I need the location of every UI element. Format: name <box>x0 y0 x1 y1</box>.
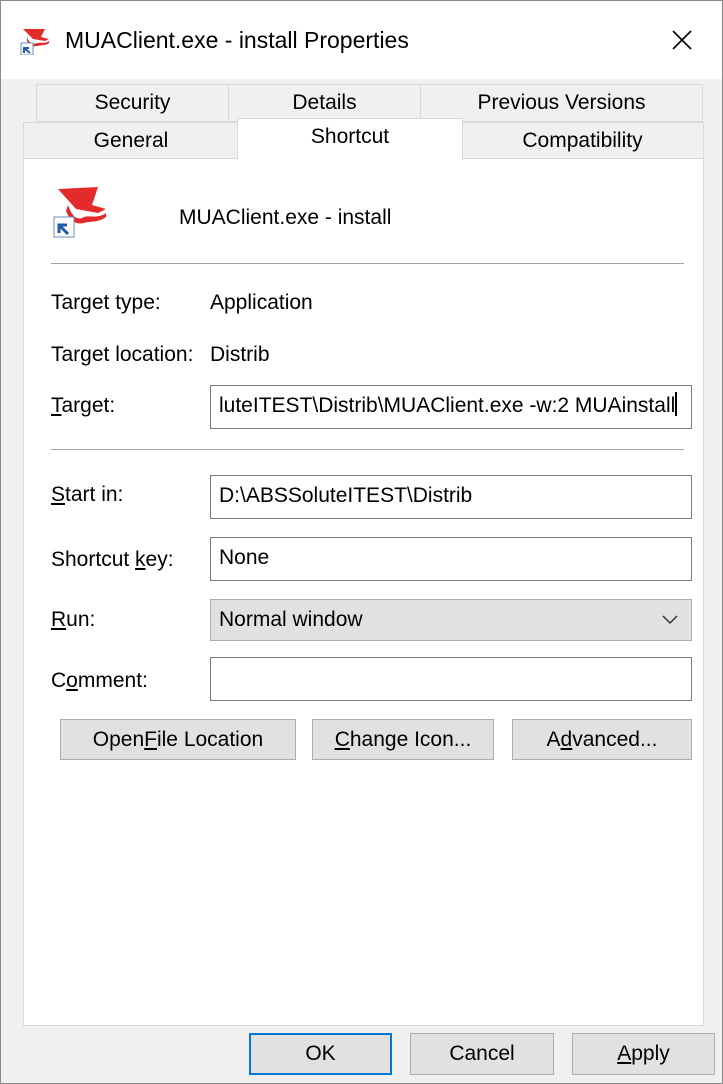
red-hat-icon <box>53 187 106 238</box>
start-in-value: D:\ABSSoluteITEST\Distrib <box>219 484 473 507</box>
tab-general[interactable]: General <box>23 122 239 159</box>
tab-details-label: Details <box>292 91 357 114</box>
tab-details[interactable]: Details <box>228 84 421 122</box>
shortcut-name: MUAClient.exe - install <box>179 206 392 229</box>
tab-general-label: General <box>93 128 169 152</box>
target-type-value: Application <box>210 291 313 314</box>
comment-field[interactable] <box>210 657 692 701</box>
target-type-label: Target type: <box>51 291 161 314</box>
target-location-label: Target location: <box>51 343 194 366</box>
tab-previous-versions-label: Previous Versions <box>477 91 646 114</box>
open-file-location-button[interactable]: Open File Location <box>60 719 296 760</box>
tab-shortcut-label: Shortcut <box>310 125 390 148</box>
tab-compatibility[interactable]: Compatibility <box>461 122 704 159</box>
change-icon-button[interactable]: Change Icon... <box>312 719 494 760</box>
shortcut-key-field[interactable]: None <box>210 537 692 581</box>
properties-window: MUAClient.exe - install Properties Secur… <box>0 0 723 1084</box>
target-value: luteITEST\Distrib\MUAClient.exe -w:2 MUA… <box>219 394 676 417</box>
ok-button[interactable]: OK <box>249 1033 392 1075</box>
close-button[interactable] <box>642 1 722 79</box>
chevron-down-icon <box>662 615 678 625</box>
separator-top <box>51 263 684 264</box>
advanced-button[interactable]: Ad vanced... <box>512 719 692 760</box>
close-icon <box>672 30 692 50</box>
run-label: Run: <box>51 608 96 631</box>
target-label: Target: <box>51 394 116 417</box>
shortcut-panel: MUAClient.exe - install Target type: App… <box>23 158 704 1026</box>
cancel-button[interactable]: Cancel <box>410 1033 554 1075</box>
target-location-value: Distrib <box>210 343 270 366</box>
apply-button[interactable]: Apply <box>572 1033 715 1075</box>
run-value: Normal window <box>219 608 363 631</box>
start-in-field[interactable]: D:\ABSSoluteITEST\Distrib <box>210 475 692 519</box>
run-select[interactable]: Normal window <box>210 599 692 641</box>
tab-compatibility-label: Compatibility <box>522 128 643 152</box>
tab-security-label: Security <box>94 91 171 114</box>
target-field[interactable]: luteITEST\Distrib\MUAClient.exe -w:2 MUA… <box>210 385 692 429</box>
comment-label: Comment: <box>51 669 148 692</box>
app-icon <box>20 29 49 55</box>
shortcut-key-label: Shortcut key: <box>51 548 174 571</box>
tab-security[interactable]: Security <box>36 84 229 122</box>
text-caret <box>675 392 678 416</box>
shortcut-key-value: None <box>219 546 270 569</box>
separator-middle <box>51 449 684 450</box>
window-title: MUAClient.exe - install Properties <box>65 27 409 53</box>
tab-previous-versions[interactable]: Previous Versions <box>420 84 703 122</box>
tab-shortcut[interactable]: Shortcut <box>237 118 463 160</box>
start-in-label: Start in: <box>51 483 124 506</box>
title-bar: MUAClient.exe - install Properties <box>1 1 722 79</box>
